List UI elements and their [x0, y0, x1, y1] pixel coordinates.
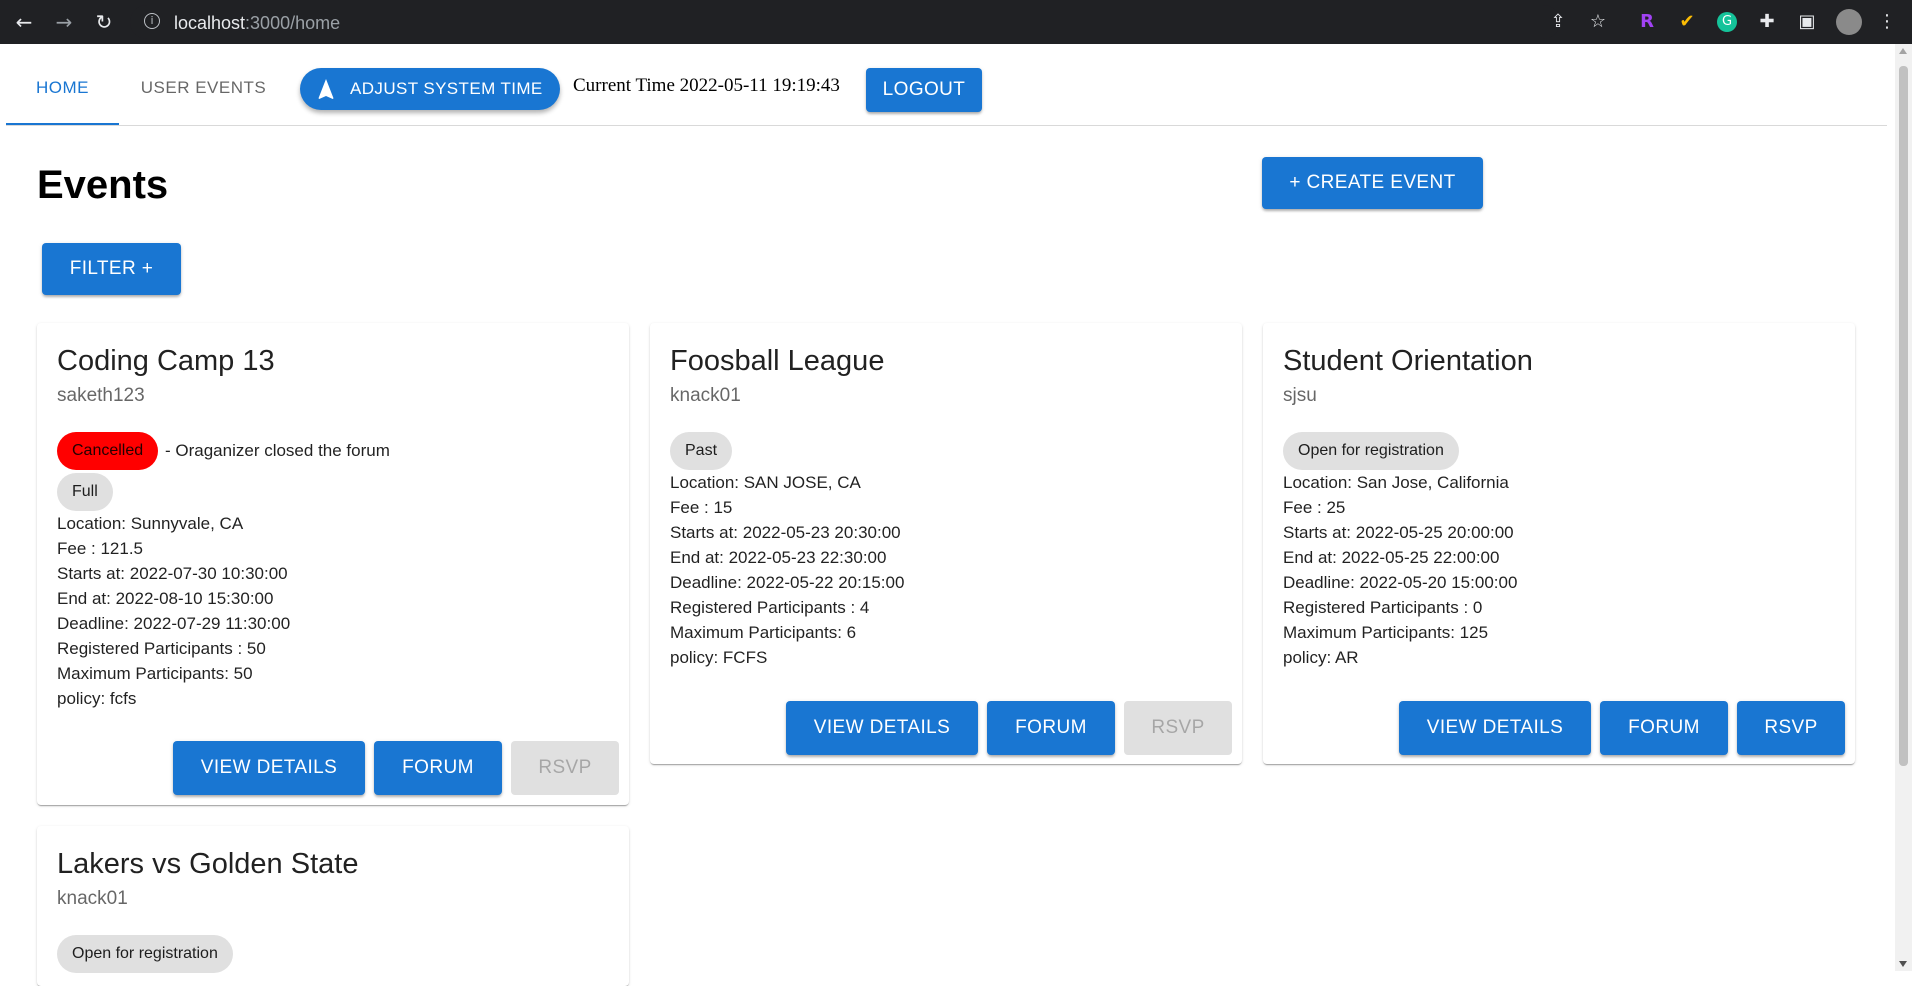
event-policy: policy: FCFS — [670, 648, 768, 667]
event-title: Foosball League — [670, 345, 885, 377]
filter-button[interactable]: FILTER + — [42, 243, 181, 295]
event-deadline: Deadline: 2022-07-29 11:30:00 — [57, 614, 291, 633]
adjust-system-time-label: ADJUST SYSTEM TIME — [350, 79, 543, 98]
bookmark-star-icon[interactable]: ☆ — [1587, 11, 1609, 33]
event-location: Location: SAN JOSE, CA — [670, 473, 861, 492]
rsvp-button[interactable]: RSVP — [511, 741, 619, 795]
view-details-button[interactable]: VIEW DETAILS — [1399, 701, 1591, 755]
event-details: Location: San Jose, California Fee : 25 … — [1283, 470, 1517, 670]
scroll-down-arrow-icon[interactable] — [1899, 961, 1907, 967]
event-organizer: knack01 — [57, 888, 128, 909]
extensions-puzzle-icon[interactable]: ✚ — [1756, 11, 1778, 33]
event-fee: Fee : 121.5 — [57, 539, 144, 558]
address-bar[interactable]: i localhost:3000/home — [130, 5, 1560, 39]
scroll-up-arrow-icon[interactable] — [1899, 48, 1907, 54]
grammarly-icon[interactable]: G — [1717, 12, 1737, 32]
maximum-participants: Maximum Participants: 125 — [1283, 623, 1489, 642]
page-scrollbar[interactable] — [1895, 44, 1912, 971]
extension-r-icon[interactable]: R — [1636, 11, 1658, 33]
browser-menu-icon[interactable]: ⋮ — [1876, 11, 1898, 33]
event-card: Lakers vs Golden State knack01 Open for … — [37, 826, 629, 986]
event-fee: Fee : 15 — [670, 498, 733, 517]
browser-toolbar: ← → ↻ i localhost:3000/home ⇪ ☆ R ✔ G ✚ … — [0, 0, 1912, 44]
current-time-display: Current Time 2022-05-11 19:19:43 — [573, 75, 840, 96]
app-nav-bar: HOME USER EVENTS ADJUST SYSTEM TIME Curr… — [0, 44, 1887, 126]
forward-arrow-icon[interactable]: → — [52, 10, 76, 34]
event-title: Student Orientation — [1283, 345, 1533, 377]
registered-participants: Registered Participants : 4 — [670, 598, 870, 617]
event-end: End at: 2022-05-23 22:30:00 — [670, 548, 887, 567]
event-title: Lakers vs Golden State — [57, 848, 359, 880]
event-organizer: saketh123 — [57, 385, 145, 406]
view-details-button[interactable]: VIEW DETAILS — [173, 741, 365, 795]
event-organizer: sjsu — [1283, 385, 1317, 406]
event-card: Coding Camp 13 saketh123 Cancelled - Ora… — [37, 323, 629, 805]
page-title: Events — [37, 163, 169, 207]
view-details-button[interactable]: VIEW DETAILS — [786, 701, 978, 755]
forum-button[interactable]: FORUM — [987, 701, 1115, 755]
extension-check-icon[interactable]: ✔ — [1676, 11, 1698, 33]
capacity-badge: Full — [57, 473, 113, 511]
status-badge: Cancelled — [57, 432, 159, 470]
event-fee: Fee : 25 — [1283, 498, 1346, 517]
event-deadline: Deadline: 2022-05-20 15:00:00 — [1283, 573, 1518, 592]
event-deadline: Deadline: 2022-05-22 20:15:00 — [670, 573, 905, 592]
maximum-participants: Maximum Participants: 6 — [670, 623, 857, 642]
event-policy: policy: fcfs — [57, 689, 137, 708]
maximum-participants: Maximum Participants: 50 — [57, 664, 253, 683]
event-title: Coding Camp 13 — [57, 345, 275, 377]
registered-participants: Registered Participants : 50 — [57, 639, 266, 658]
registered-participants: Registered Participants : 0 — [1283, 598, 1483, 617]
navigation-arrow-icon — [318, 79, 334, 99]
forum-button[interactable]: FORUM — [1600, 701, 1728, 755]
tab-home[interactable]: HOME — [6, 44, 119, 126]
side-panel-icon[interactable]: ▣ — [1796, 11, 1818, 33]
event-details: Location: Sunnyvale, CA Fee : 121.5 Star… — [57, 511, 290, 711]
event-details: Location: SAN JOSE, CA Fee : 15 Starts a… — [670, 470, 904, 670]
logout-button[interactable]: LOGOUT — [866, 68, 982, 112]
event-start: Starts at: 2022-07-30 10:30:00 — [57, 564, 288, 583]
rsvp-button[interactable]: RSVP — [1124, 701, 1232, 755]
adjust-system-time-button[interactable]: ADJUST SYSTEM TIME — [300, 68, 560, 110]
site-info-icon[interactable]: i — [144, 13, 160, 29]
reload-icon[interactable]: ↻ — [92, 10, 116, 34]
back-arrow-icon[interactable]: ← — [12, 10, 36, 34]
event-policy: policy: AR — [1283, 648, 1359, 667]
scrollbar-thumb[interactable] — [1899, 66, 1908, 766]
status-badge: Open for registration — [57, 935, 233, 973]
profile-avatar[interactable] — [1836, 9, 1862, 35]
app-bar-divider — [6, 125, 1887, 126]
event-organizer: knack01 — [670, 385, 741, 406]
event-end: End at: 2022-05-25 22:00:00 — [1283, 548, 1500, 567]
event-location: Location: Sunnyvale, CA — [57, 514, 244, 533]
event-start: Starts at: 2022-05-25 20:00:00 — [1283, 523, 1514, 542]
create-event-button[interactable]: + CREATE EVENT — [1262, 157, 1483, 209]
rsvp-button[interactable]: RSVP — [1737, 701, 1845, 755]
event-start: Starts at: 2022-05-23 20:30:00 — [670, 523, 901, 542]
tab-user-events[interactable]: USER EVENTS — [126, 44, 281, 126]
status-note: - Oraganizer closed the forum — [165, 441, 390, 460]
url-text: localhost:3000/home — [174, 13, 340, 34]
url-path: :3000/home — [245, 13, 341, 33]
event-card: Student Orientation sjsu Open for regist… — [1263, 323, 1855, 764]
status-badge: Past — [670, 432, 733, 470]
event-location: Location: San Jose, California — [1283, 473, 1509, 492]
share-icon[interactable]: ⇪ — [1547, 11, 1569, 33]
url-host: localhost — [174, 13, 246, 33]
event-card: Foosball League knack01 Past Location: S… — [650, 323, 1242, 764]
event-end: End at: 2022-08-10 15:30:00 — [57, 589, 274, 608]
status-badge: Open for registration — [1283, 432, 1459, 470]
forum-button[interactable]: FORUM — [374, 741, 502, 795]
